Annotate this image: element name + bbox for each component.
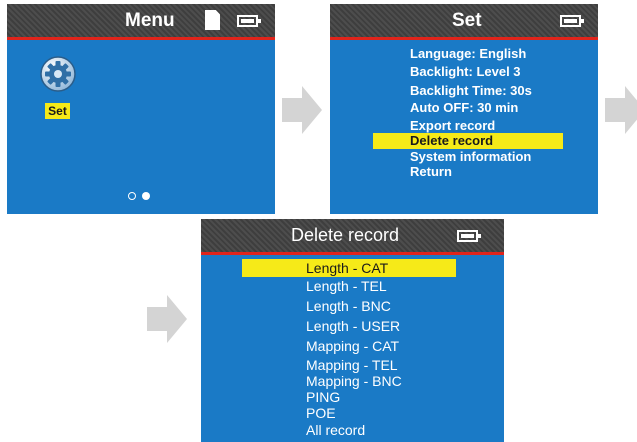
- set-title-bar: Set: [330, 4, 598, 40]
- menu-item-export-record[interactable]: Export record: [410, 118, 495, 133]
- menu-title: Menu: [125, 10, 175, 31]
- set-screen: Set Language: English Backlight: Level 3…: [330, 4, 598, 214]
- record-item-length-cat[interactable]: Length - CAT: [242, 259, 456, 277]
- record-item-poe[interactable]: POE: [306, 405, 336, 421]
- menu-item-auto-off[interactable]: Auto OFF: 30 min: [410, 100, 518, 115]
- delete-record-title-bar: Delete record: [201, 219, 504, 255]
- sd-card-icon: [205, 10, 220, 30]
- record-item-length-user[interactable]: Length - USER: [306, 318, 400, 334]
- menu-title-bar: Menu: [7, 4, 275, 40]
- menu-item-system-information[interactable]: System information: [410, 149, 531, 164]
- record-item-ping[interactable]: PING: [306, 389, 340, 405]
- gear-icon: [40, 56, 76, 92]
- arrow-right-icon: [605, 86, 637, 134]
- record-item-length-tel[interactable]: Length - TEL: [306, 278, 387, 294]
- record-item-mapping-tel[interactable]: Mapping - TEL: [306, 357, 398, 373]
- battery-icon: [560, 15, 584, 27]
- menu-item-backlight-time[interactable]: Backlight Time: 30s: [410, 83, 532, 98]
- set-title: Set: [452, 10, 482, 31]
- page-dot-2[interactable]: [142, 192, 150, 200]
- record-item-mapping-bnc[interactable]: Mapping - BNC: [306, 373, 402, 389]
- menu-item-delete-record[interactable]: Delete record: [373, 133, 563, 149]
- menu-item-return[interactable]: Return: [410, 164, 452, 179]
- battery-icon: [457, 230, 481, 242]
- menu-screen: Menu Set: [7, 4, 275, 214]
- set-app-icon[interactable]: [40, 56, 76, 96]
- set-app-label[interactable]: Set: [45, 103, 70, 119]
- record-item-length-bnc[interactable]: Length - BNC: [306, 298, 391, 314]
- battery-icon: [237, 15, 261, 27]
- record-item-mapping-cat[interactable]: Mapping - CAT: [306, 338, 399, 354]
- record-item-all-record[interactable]: All record: [306, 422, 365, 438]
- delete-record-title: Delete record: [291, 225, 400, 245]
- delete-record-screen: Delete record Length - CAT Length - TEL …: [201, 219, 504, 442]
- page-dot-1[interactable]: [128, 192, 136, 200]
- arrow-right-icon: [147, 295, 187, 343]
- menu-item-language[interactable]: Language: English: [410, 46, 526, 61]
- menu-item-backlight[interactable]: Backlight: Level 3: [410, 64, 521, 79]
- arrow-right-icon: [282, 86, 322, 134]
